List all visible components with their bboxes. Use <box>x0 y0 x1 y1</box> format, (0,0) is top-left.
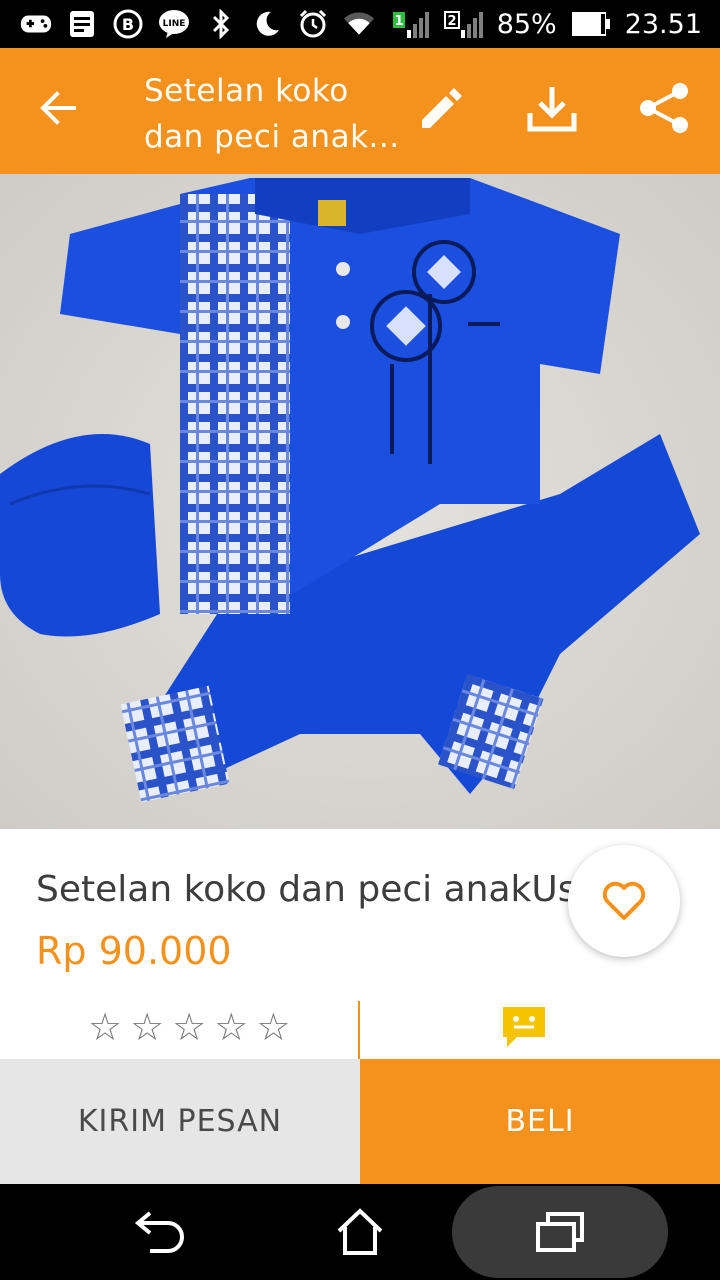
back-arrow-icon <box>40 91 76 125</box>
download-icon <box>527 87 577 132</box>
svg-text:B: B <box>122 15 134 34</box>
buy-button[interactable]: BELI <box>360 1059 720 1184</box>
svg-text:2: 2 <box>447 14 456 29</box>
game-controller-icon <box>20 8 52 40</box>
divider <box>358 1001 360 1059</box>
moon-icon <box>251 8 283 40</box>
clock: 23.51 <box>624 8 702 40</box>
bluetooth-icon <box>205 8 237 40</box>
recents-icon <box>536 1212 584 1252</box>
back-icon <box>134 1211 184 1253</box>
home-icon <box>337 1208 383 1255</box>
rating-stars[interactable]: ☆ ☆ ☆ ☆ ☆ <box>88 1007 290 1047</box>
star-icon[interactable]: ☆ <box>172 1007 206 1047</box>
product-image[interactable] <box>0 174 720 829</box>
heart-icon <box>602 881 646 920</box>
product-price: Rp 90.000 <box>36 929 232 973</box>
status-bar: B LINE 1 2 85% 23.51 <box>0 0 720 48</box>
send-message-button[interactable]: KIRIM PESAN <box>0 1059 360 1184</box>
battery-percent: 85% <box>496 8 557 40</box>
star-icon[interactable]: ☆ <box>214 1007 248 1047</box>
line-icon: LINE <box>158 8 190 40</box>
svg-text:LINE: LINE <box>163 19 186 29</box>
share-icon <box>640 83 688 133</box>
star-icon[interactable]: ☆ <box>130 1007 164 1047</box>
nav-recents-button[interactable] <box>520 1198 600 1266</box>
star-icon[interactable]: ☆ <box>88 1007 122 1047</box>
edit-button[interactable] <box>404 72 476 144</box>
signal-1-icon: 1 <box>389 8 429 40</box>
battery-icon <box>571 8 611 40</box>
review-button[interactable] <box>496 1001 552 1053</box>
nav-back-button[interactable] <box>120 1198 200 1266</box>
alarm-icon <box>297 8 329 40</box>
notes-icon <box>66 8 98 40</box>
product-name: Setelan koko dan peci anakUsia <box>36 869 576 910</box>
chat-icon <box>503 1007 545 1047</box>
star-icon[interactable]: ☆ <box>256 1007 290 1047</box>
bbm-icon: B <box>112 8 144 40</box>
page-title: Setelan koko dan peci anak... <box>144 73 400 155</box>
back-button[interactable] <box>28 78 88 138</box>
nav-home-button[interactable] <box>320 1198 400 1266</box>
navigation-bar <box>0 1184 720 1280</box>
favorite-button[interactable] <box>568 845 680 957</box>
wifi-icon <box>343 8 375 40</box>
product-info: Setelan koko dan peci anakUsia Rp 90.000… <box>0 829 720 1059</box>
app-bar: Setelan koko dan peci anak... <box>0 48 720 174</box>
share-button[interactable] <box>628 72 700 144</box>
signal-2-icon: 2 <box>443 8 483 40</box>
svg-text:1: 1 <box>394 14 403 29</box>
edit-icon <box>422 88 462 128</box>
download-button[interactable] <box>516 72 588 144</box>
